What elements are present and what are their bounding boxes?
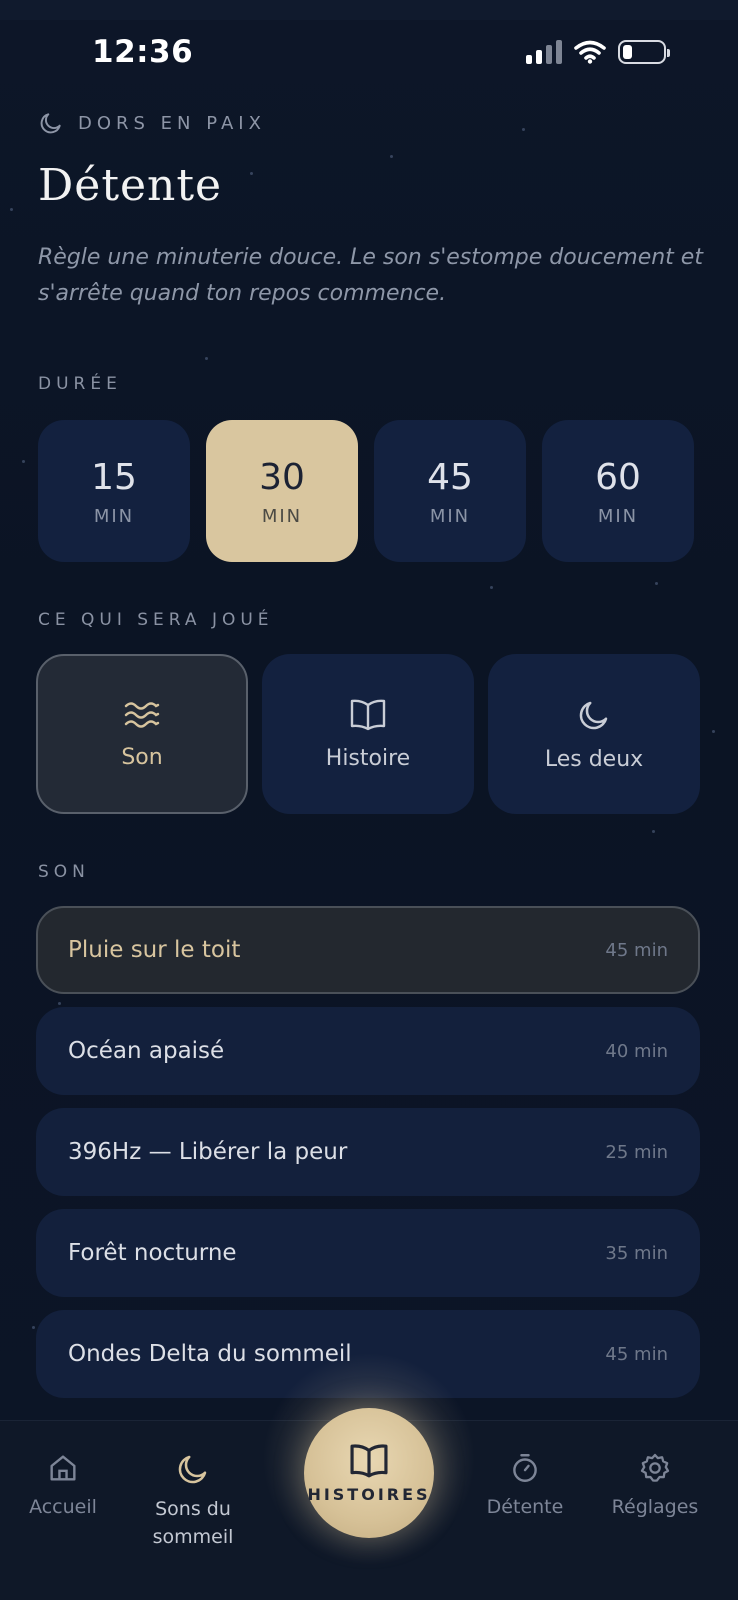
duration-options: 15 MIN 30 MIN 45 MIN 60 MIN: [38, 420, 700, 562]
sound-section-label: SON: [38, 862, 90, 882]
star-decoration: [22, 460, 25, 463]
nav-item-sleep-sounds[interactable]: Sons du sommeil: [128, 1451, 258, 1551]
play-mode-label: Les deux: [544, 746, 644, 772]
sound-name: 396Hz — Libérer la peur: [68, 1139, 348, 1165]
nav-label: Détente: [486, 1496, 564, 1518]
star-decoration: [205, 357, 208, 360]
book-icon: [350, 699, 386, 730]
nav-label-line: Sons du: [155, 1498, 231, 1520]
sound-duration: 40 min: [605, 1040, 668, 1062]
nav-item-settings[interactable]: Réglages: [590, 1451, 720, 1521]
star-decoration: [712, 730, 715, 733]
top-band: [0, 0, 738, 20]
duration-unit: MIN: [597, 505, 639, 527]
duration-value: 15: [91, 456, 137, 498]
duration-option-30[interactable]: 30 MIN: [206, 420, 358, 562]
timer-icon: [513, 1454, 537, 1482]
sound-duration: 45 min: [605, 1343, 668, 1365]
star-decoration: [522, 128, 525, 131]
battery-icon: [618, 40, 670, 64]
sound-duration: 35 min: [605, 1242, 668, 1264]
gear-icon: [640, 1453, 670, 1482]
duration-unit: MIN: [93, 505, 135, 527]
duration-section-label: DURÉE: [38, 374, 122, 394]
app-screen: 12:36 DORS EN PAIX Détente Règle une min…: [0, 0, 738, 1600]
nav-item-relax[interactable]: Détente: [460, 1451, 590, 1521]
eyebrow-label: DORS EN PAIX: [78, 112, 266, 134]
waves-icon: [124, 701, 160, 728]
star-decoration: [655, 582, 658, 585]
sound-list: Pluie sur le toit 45 min Océan apaisé 40…: [36, 906, 700, 1411]
stories-fab-button[interactable]: HISTOIRES: [304, 1408, 434, 1538]
status-time: 12:36: [92, 34, 194, 70]
nav-item-home[interactable]: Accueil: [0, 1451, 126, 1521]
book-icon: [350, 1443, 388, 1477]
moon-icon: [178, 1455, 207, 1484]
status-icons: [526, 40, 670, 64]
nav-label-line: sommeil: [152, 1526, 234, 1548]
moon-icon: [40, 113, 61, 134]
sound-item[interactable]: Pluie sur le toit 45 min: [36, 906, 700, 994]
nav-label: Accueil: [29, 1496, 97, 1518]
nav-label: Réglages: [611, 1496, 699, 1518]
duration-value: 30: [259, 456, 305, 498]
wifi-icon: [574, 40, 606, 64]
duration-value: 45: [427, 456, 473, 498]
sound-duration: 25 min: [605, 1141, 668, 1163]
sound-duration: 45 min: [605, 939, 668, 961]
duration-option-15[interactable]: 15 MIN: [38, 420, 190, 562]
home-icon: [50, 1455, 76, 1481]
play-mode-both[interactable]: Les deux: [488, 654, 700, 814]
fab-label: HISTOIRES: [307, 1484, 431, 1504]
star-decoration: [390, 155, 393, 158]
sound-item[interactable]: 396Hz — Libérer la peur 25 min: [36, 1108, 700, 1196]
play-mode-label: Histoire: [325, 745, 411, 771]
duration-option-45[interactable]: 45 MIN: [374, 420, 526, 562]
star-decoration: [652, 830, 655, 833]
page-title: Détente: [38, 160, 223, 211]
duration-option-60[interactable]: 60 MIN: [542, 420, 694, 562]
play-mode-section-label: CE QUI SERA JOUÉ: [38, 610, 274, 630]
star-decoration: [490, 586, 493, 589]
duration-unit: MIN: [261, 505, 303, 527]
play-mode-story[interactable]: Histoire: [262, 654, 474, 814]
star-decoration: [32, 1326, 35, 1329]
sound-name: Forêt nocturne: [68, 1240, 237, 1266]
play-mode-label: Son: [121, 744, 163, 770]
duration-value: 60: [595, 456, 641, 498]
sound-name: Pluie sur le toit: [68, 937, 241, 963]
nav-label: Sons du sommeil: [153, 1495, 234, 1551]
signal-icon: [526, 40, 562, 64]
star-decoration: [10, 208, 13, 211]
page-subtitle: Règle une minuterie douce. Le son s'esto…: [38, 245, 703, 306]
play-mode-options: Son Histoire Les deux: [36, 654, 700, 814]
sound-name: Océan apaisé: [68, 1038, 225, 1064]
sound-item[interactable]: Océan apaisé 40 min: [36, 1007, 700, 1095]
eyebrow: DORS EN PAIX: [38, 110, 266, 136]
sound-name: Ondes Delta du sommeil: [68, 1341, 352, 1367]
duration-unit: MIN: [429, 505, 471, 527]
moon-icon: [579, 701, 608, 729]
play-mode-sound[interactable]: Son: [36, 654, 248, 814]
star-decoration: [250, 172, 253, 175]
sound-item[interactable]: Forêt nocturne 35 min: [36, 1209, 700, 1297]
